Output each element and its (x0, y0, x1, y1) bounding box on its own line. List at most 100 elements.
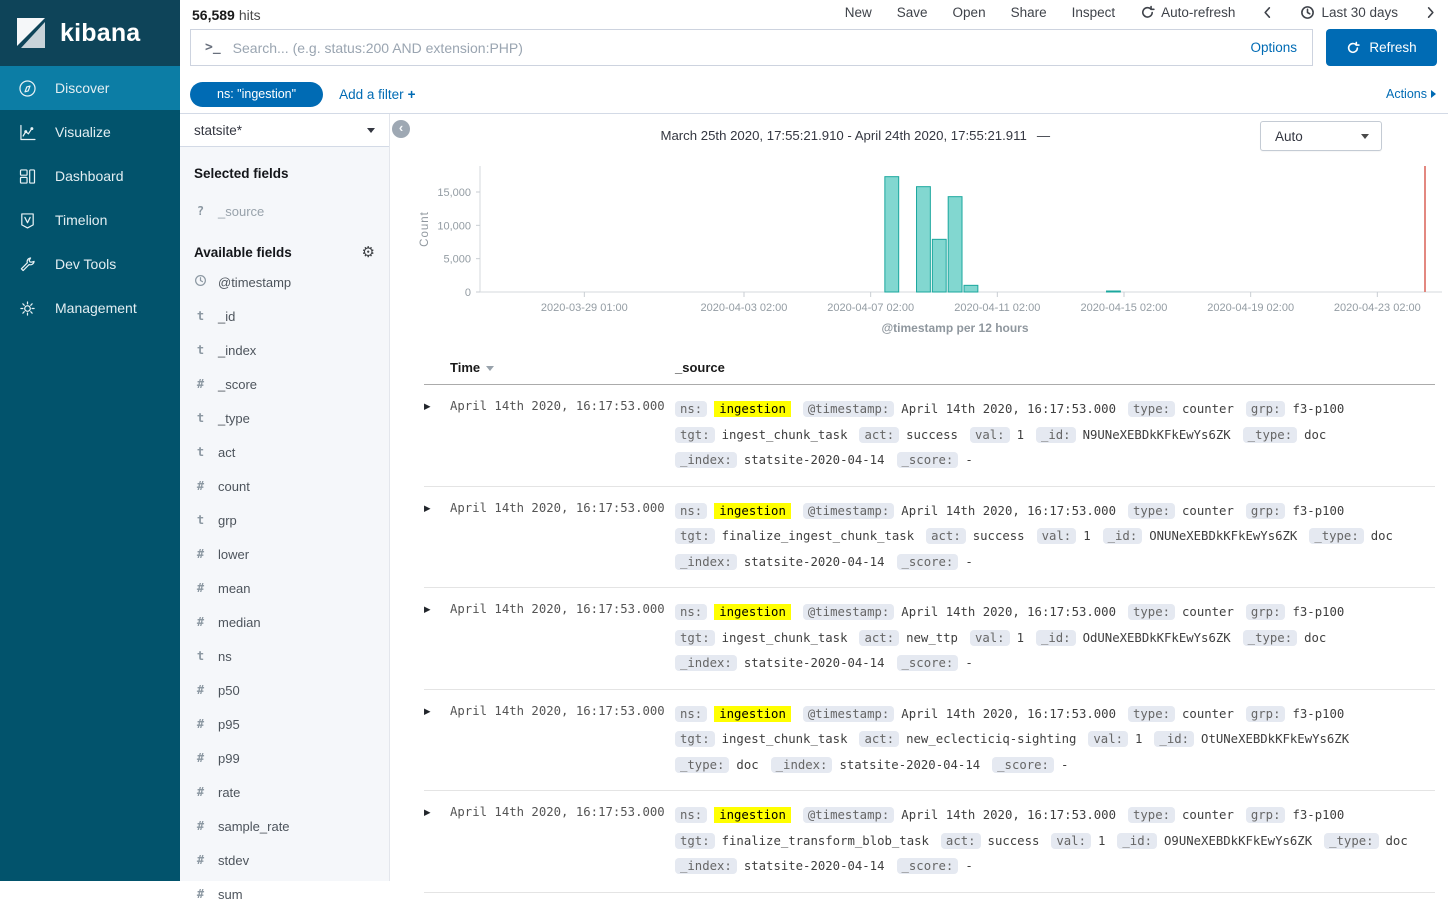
field-item-lower[interactable]: # lower (194, 537, 375, 571)
sidebar-item-dashboard[interactable]: Dashboard (0, 154, 180, 198)
auto-refresh-button[interactable]: Auto-refresh (1140, 5, 1235, 20)
doc-field-value: f3-p100 (1292, 808, 1344, 822)
time-forward-button[interactable] (1423, 5, 1438, 20)
field-item-stdev[interactable]: # stdev (194, 843, 375, 877)
histogram-bar[interactable] (948, 197, 962, 292)
doc-field-key: grp: (1246, 807, 1286, 823)
doc-field-pair-_score: _score:- (897, 651, 973, 677)
doc-field-value: success (906, 428, 958, 442)
actions-link[interactable]: Actions (1386, 87, 1436, 101)
options-link[interactable]: Options (1250, 40, 1312, 55)
doc-field-value: ingest_chunk_task (722, 428, 848, 442)
chart-icon (17, 122, 38, 143)
expand-row-caret[interactable]: ▶ (424, 397, 450, 412)
number-type-icon: # (194, 751, 207, 765)
field-item-_score[interactable]: # _score (194, 367, 375, 401)
doc-field-pair-_id: _id:OdUNeXEBDkKFkEwYs6ZK (1036, 626, 1231, 652)
doc-field-value: 1 (1098, 834, 1105, 848)
x-tick-label: 2020-04-11 02:00 (954, 302, 1040, 314)
field-item-_id[interactable]: t _id (194, 299, 375, 333)
field-item-mean[interactable]: # mean (194, 571, 375, 605)
doc-field-key: val: (1088, 731, 1128, 747)
doc-field-pair-ns: ns:ingestion (675, 803, 791, 829)
field-item-_source[interactable]: ? _source (194, 194, 375, 228)
field-item-median[interactable]: # median (194, 605, 375, 639)
search-input[interactable] (233, 40, 1251, 56)
doc-field-key: grp: (1246, 503, 1286, 519)
field-item-grp[interactable]: t grp (194, 503, 375, 537)
doc-field-key: ns: (675, 604, 707, 620)
field-item-rate[interactable]: # rate (194, 775, 375, 809)
doc-field-key: _id: (1117, 833, 1157, 849)
open-button[interactable]: Open (953, 5, 986, 20)
doc-field-value: doc (736, 758, 758, 772)
doc-field-value: success (988, 834, 1040, 848)
field-settings-gear-icon[interactable]: ⚙ (362, 245, 375, 260)
save-button[interactable]: Save (897, 5, 928, 20)
doc-field-value: f3-p100 (1292, 605, 1344, 619)
index-pattern-selector[interactable]: statsite* (180, 114, 389, 147)
table-row: ▶ April 14th 2020, 16:17:53.000 ns:inges… (424, 487, 1435, 589)
sidebar-item-dev-tools[interactable]: Dev Tools (0, 242, 180, 286)
expand-row-caret[interactable]: ▶ (424, 803, 450, 818)
share-button[interactable]: Share (1011, 5, 1047, 20)
kibana-logo[interactable]: kibana (0, 0, 180, 66)
field-item-@timestamp[interactable]: @timestamp (194, 265, 375, 299)
histogram-bar[interactable] (917, 187, 931, 292)
doc-field-pair-grp: grp:f3-p100 (1246, 702, 1344, 728)
add-filter-button[interactable]: Add a filter+ (339, 87, 415, 102)
table-body: ▶ April 14th 2020, 16:17:53.000 ns:inges… (424, 385, 1435, 893)
histogram-bar[interactable] (1107, 291, 1121, 292)
new-button[interactable]: New (845, 5, 872, 20)
interval-select[interactable]: Auto (1260, 121, 1382, 151)
time-back-button[interactable] (1260, 5, 1275, 20)
field-item-_type[interactable]: t _type (194, 401, 375, 435)
doc-field-pair-tgt: tgt:ingest_chunk_task (675, 423, 847, 449)
doc-field-value: new_eclecticiq-sighting (906, 732, 1076, 746)
doc-field-key: type: (1128, 401, 1175, 417)
string-type-icon: t (194, 343, 207, 357)
doc-source: ns:ingestion@timestamp:April 14th 2020, … (675, 803, 1435, 880)
doc-field-pair-type: type:counter (1128, 803, 1234, 829)
number-type-icon: # (194, 819, 207, 833)
field-item-_index[interactable]: t _index (194, 333, 375, 367)
doc-field-value: statsite-2020-04-14 (744, 453, 885, 467)
sidebar-item-timelion[interactable]: Timelion (0, 198, 180, 242)
hits-count: 56,589hits (192, 7, 261, 23)
field-item-sum[interactable]: # sum (194, 877, 375, 911)
refresh-button[interactable]: Refresh (1326, 29, 1437, 66)
inspect-button[interactable]: Inspect (1072, 5, 1116, 20)
doc-field-pair-val: val:1 (1051, 829, 1105, 855)
histogram-bar[interactable] (932, 239, 946, 292)
expand-row-caret[interactable]: ▶ (424, 702, 450, 717)
sidebar-item-visualize[interactable]: Visualize (0, 110, 180, 154)
histogram-bar[interactable] (885, 177, 899, 292)
doc-field-value: 1 (1017, 428, 1024, 442)
doc-time: April 14th 2020, 16:17:53.000 (450, 499, 675, 515)
string-type-icon: t (194, 309, 207, 323)
expand-row-caret[interactable]: ▶ (424, 499, 450, 514)
doc-field-key: _index: (675, 452, 737, 468)
histogram-bar[interactable] (964, 285, 978, 292)
field-item-act[interactable]: t act (194, 435, 375, 469)
top-header: 56,589hits New Save Open Share Inspect A… (180, 0, 1448, 114)
sidebar-item-discover[interactable]: Discover (0, 66, 180, 110)
field-item-p95[interactable]: # p95 (194, 707, 375, 741)
doc-field-key: _index: (771, 757, 833, 773)
field-item-count[interactable]: # count (194, 469, 375, 503)
time-column-header[interactable]: Time (450, 360, 675, 375)
doc-field-value: ingest_chunk_task (722, 732, 848, 746)
plus-icon: + (408, 87, 416, 102)
sidebar-item-label: Dev Tools (55, 256, 116, 272)
field-item-p50[interactable]: # p50 (194, 673, 375, 707)
timepicker-button[interactable]: Last 30 days (1300, 5, 1398, 20)
field-item-p99[interactable]: # p99 (194, 741, 375, 775)
expand-row-caret[interactable]: ▶ (424, 600, 450, 615)
field-item-sample_rate[interactable]: # sample_rate (194, 809, 375, 843)
doc-field-pair-act: act:success (926, 524, 1024, 550)
doc-field-key: _id: (1036, 630, 1076, 646)
sidebar-item-management[interactable]: Management (0, 286, 180, 330)
field-item-ns[interactable]: t ns (194, 639, 375, 673)
doc-field-value-highlighted: ingestion (714, 503, 791, 519)
filter-pill-ns-ingestion[interactable]: ns: "ingestion" (190, 82, 323, 107)
